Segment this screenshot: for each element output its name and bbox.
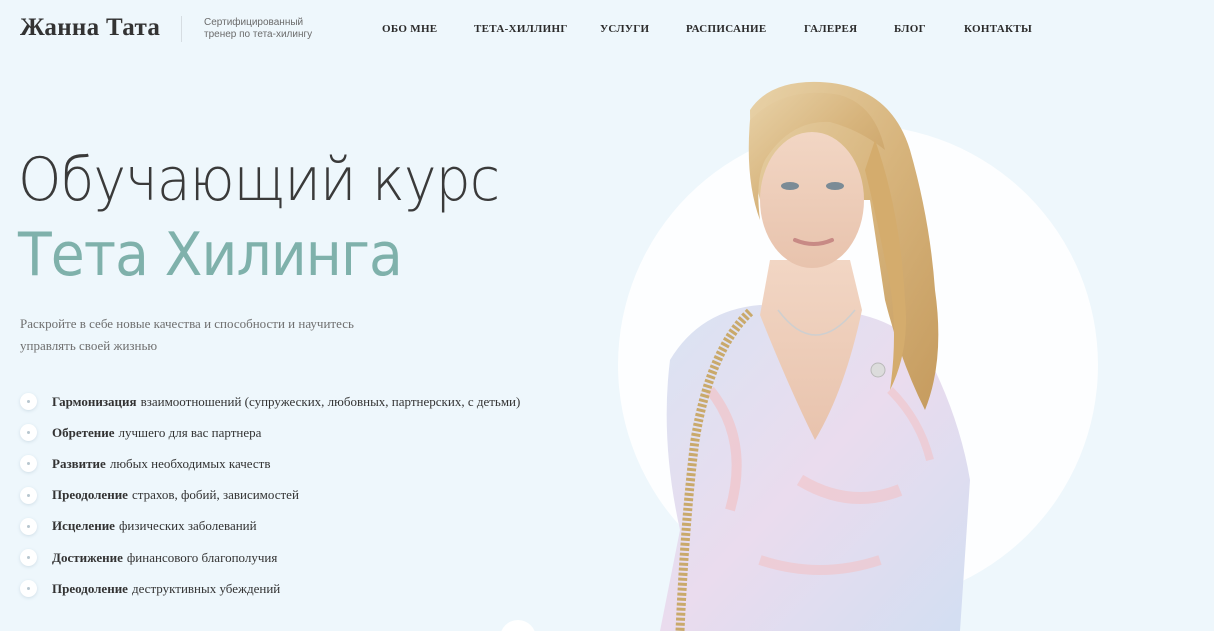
feature-text: деструктивных убеждений bbox=[131, 580, 281, 596]
bullet-icon bbox=[20, 517, 37, 535]
feature-item: Преодоление деструктивных убеждений bbox=[20, 573, 520, 604]
nav-item-about[interactable]: ОБО МНЕ bbox=[382, 23, 437, 35]
feature-keyword: Преодоление bbox=[52, 487, 128, 503]
feature-text: лучшего для вас партнера bbox=[118, 424, 262, 440]
feature-item: Исцеление физических заболеваний bbox=[20, 511, 520, 542]
feature-item: Развитие любых необходимых качеств bbox=[20, 448, 520, 479]
feature-text: страхов, фобий, зависимостей bbox=[131, 487, 299, 503]
feature-keyword: Исцеление bbox=[52, 518, 115, 534]
feature-keyword: Преодоление bbox=[52, 580, 128, 596]
scroll-down-button[interactable] bbox=[500, 620, 536, 631]
feature-item: Обретение лучшего для вас партнера bbox=[20, 417, 520, 448]
feature-text: финансового благополучия bbox=[126, 549, 278, 565]
bullet-icon bbox=[20, 549, 37, 567]
bullet-icon bbox=[20, 455, 37, 473]
feature-list: Гармонизация взаимоотношений (супружески… bbox=[20, 386, 520, 604]
hero-title-line-1: Обучающий курс bbox=[18, 145, 500, 215]
site-header: Жанна Тата Сертифицированный тренер по т… bbox=[0, 0, 1214, 60]
bullet-icon bbox=[20, 486, 37, 504]
bullet-icon bbox=[20, 580, 37, 598]
nav-item-services[interactable]: УСЛУГИ bbox=[600, 23, 649, 35]
feature-keyword: Гармонизация bbox=[52, 393, 137, 409]
feature-item: Преодоление страхов, фобий, зависимостей bbox=[20, 480, 520, 511]
site-tagline: Сертифицированный тренер по тета-хилингу bbox=[204, 17, 313, 40]
feature-keyword: Развитие bbox=[52, 455, 106, 471]
logo-divider bbox=[181, 16, 182, 42]
hero-portrait-image bbox=[660, 81, 970, 631]
feature-item: Достижение финансового благополучия bbox=[20, 542, 520, 573]
feature-text: взаимоотношений (супружеских, любовных, … bbox=[140, 393, 521, 409]
hero-description: Раскройте в себе новые качества и способ… bbox=[20, 316, 354, 353]
feature-keyword: Обретение bbox=[52, 424, 115, 440]
nav-item-gallery[interactable]: ГАЛЕРЕЯ bbox=[804, 23, 857, 35]
bullet-icon bbox=[20, 424, 37, 442]
nav-item-blog[interactable]: БЛОГ bbox=[894, 23, 926, 35]
feature-keyword: Достижение bbox=[52, 549, 123, 565]
feature-item: Гармонизация взаимоотношений (супружески… bbox=[20, 386, 520, 417]
feature-text: физических заболеваний bbox=[118, 518, 257, 534]
hero-title-line-2: Тета Хилинга bbox=[18, 220, 403, 290]
bullet-icon bbox=[20, 393, 37, 411]
nav-item-schedule[interactable]: РАСПИСАНИЕ bbox=[686, 23, 767, 35]
site-logo[interactable]: Жанна Тата bbox=[20, 14, 160, 42]
nav-item-theta-healing[interactable]: ТЕТА-ХИЛЛИНГ bbox=[474, 23, 568, 35]
nav-item-contacts[interactable]: КОНТАКТЫ bbox=[964, 23, 1032, 35]
feature-text: любых необходимых качеств bbox=[109, 455, 271, 471]
